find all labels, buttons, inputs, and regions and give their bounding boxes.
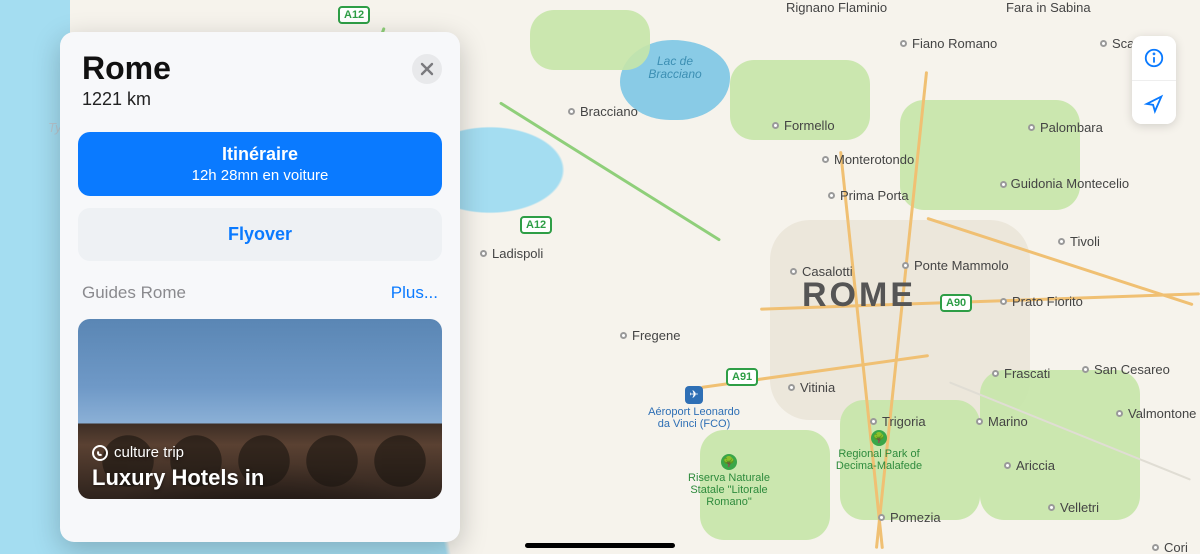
guides-section-title: Guides Rome xyxy=(82,283,186,303)
guides-more-button[interactable]: Plus... xyxy=(391,283,438,303)
map-controls xyxy=(1132,36,1176,124)
place-fara[interactable]: Fara in Sabina xyxy=(1006,0,1091,15)
brand-logo-icon xyxy=(92,445,108,461)
lake-label: Lac de Bracciano xyxy=(635,55,715,81)
place-cori[interactable]: Cori xyxy=(1164,540,1188,554)
place-ariccia[interactable]: Ariccia xyxy=(1016,458,1055,473)
locate-button[interactable] xyxy=(1132,80,1176,124)
place-fiano[interactable]: Fiano Romano xyxy=(912,36,997,51)
flyover-label: Flyover xyxy=(228,224,292,244)
directions-label: Itinéraire xyxy=(90,144,430,165)
place-formello[interactable]: Formello xyxy=(784,118,835,133)
place-bracciano[interactable]: Bracciano xyxy=(580,104,638,119)
place-ponte[interactable]: Ponte Mammolo xyxy=(914,258,1009,273)
location-arrow-icon xyxy=(1143,92,1165,114)
shield-a12-2: A12 xyxy=(520,216,552,234)
place-prato[interactable]: Prato Fiorito xyxy=(1012,294,1083,309)
home-indicator xyxy=(525,543,675,548)
place-frascati[interactable]: Frascati xyxy=(1004,366,1050,381)
park-icon-2[interactable]: 🌳 xyxy=(871,430,887,446)
place-guidonia[interactable]: Guidonia Montecelio xyxy=(1011,176,1130,191)
shield-a90: A90 xyxy=(940,294,972,312)
park-litorale[interactable]: Riserva Naturale Statale "Litorale Roman… xyxy=(684,472,774,508)
place-tivoli[interactable]: Tivoli xyxy=(1070,234,1100,249)
place-title: Rome xyxy=(82,50,438,87)
shield-a91: A91 xyxy=(726,368,758,386)
info-button[interactable] xyxy=(1132,36,1176,80)
directions-button[interactable]: Itinéraire 12h 28mn en voiture xyxy=(78,132,442,196)
guide-title: Luxury Hotels in xyxy=(92,465,264,491)
place-sancesareo[interactable]: San Cesareo xyxy=(1094,362,1170,377)
guide-brand: culture trip xyxy=(114,444,184,461)
place-pomezia[interactable]: Pomezia xyxy=(890,510,941,525)
place-distance: 1221 km xyxy=(82,89,438,110)
airport-label[interactable]: Aéroport Leonardo da Vinci (FCO) xyxy=(644,406,744,430)
place-rignano[interactable]: Rignano Flaminio xyxy=(786,0,887,15)
place-trigoria[interactable]: Trigoria xyxy=(882,414,926,429)
place-fregene[interactable]: Fregene xyxy=(632,328,680,343)
airport-icon[interactable]: ✈ xyxy=(685,386,703,404)
place-ladispoli[interactable]: Ladispoli xyxy=(492,246,543,261)
place-marino[interactable]: Marino xyxy=(988,414,1028,429)
park-decima[interactable]: Regional Park of Decima-Malafede xyxy=(824,448,934,472)
place-velletri[interactable]: Velletri xyxy=(1060,500,1099,515)
place-palombara[interactable]: Palombara xyxy=(1040,120,1103,135)
flyover-button[interactable]: Flyover xyxy=(78,208,442,261)
place-monterotondo[interactable]: Monterotondo xyxy=(834,152,914,167)
place-card[interactable]: Rome 1221 km Itinéraire 12h 28mn en voit… xyxy=(60,32,460,542)
guide-card[interactable]: culture trip Luxury Hotels in xyxy=(78,319,442,499)
directions-eta: 12h 28mn en voiture xyxy=(90,167,430,184)
close-icon xyxy=(420,62,434,76)
shield-a12: A12 xyxy=(338,6,370,24)
info-icon xyxy=(1143,47,1165,69)
place-vitinia[interactable]: Vitinia xyxy=(800,380,835,395)
close-button[interactable] xyxy=(412,54,442,84)
place-casalotti[interactable]: Casalotti xyxy=(802,264,853,279)
place-valmontone[interactable]: Valmontone xyxy=(1128,406,1196,421)
place-primaporta[interactable]: Prima Porta xyxy=(840,188,909,203)
park-icon[interactable]: 🌳 xyxy=(721,454,737,470)
map-city-rome: ROME xyxy=(802,276,916,315)
